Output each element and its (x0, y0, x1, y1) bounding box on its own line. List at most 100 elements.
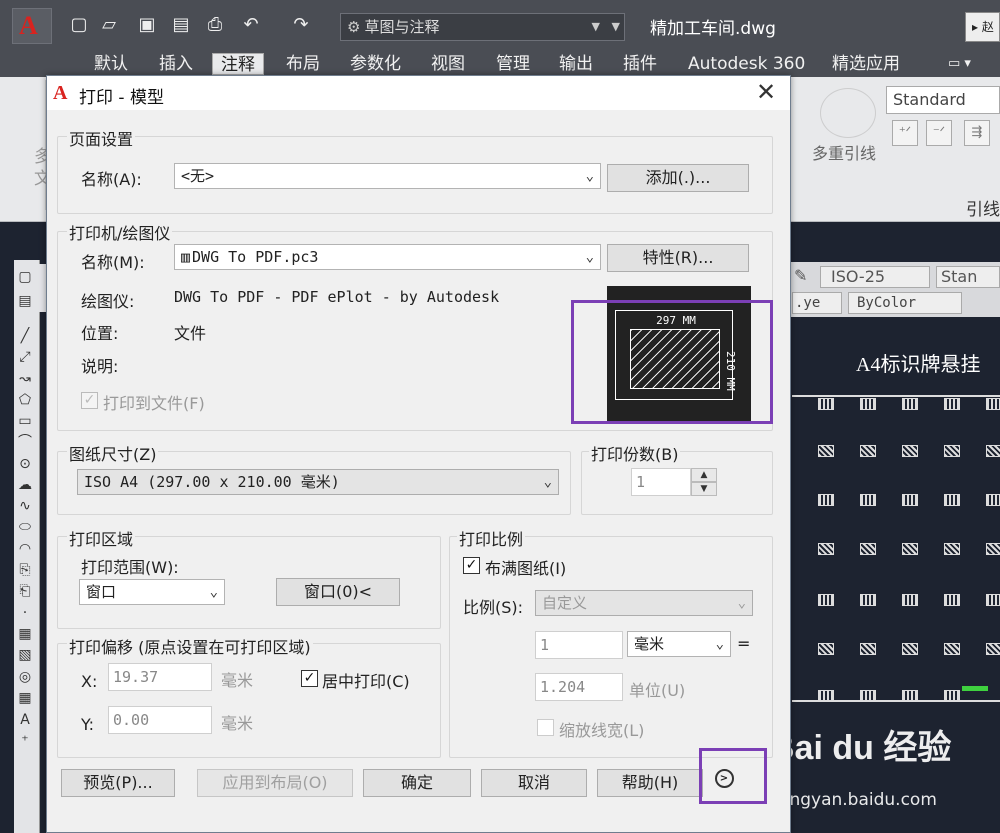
drawing-line (792, 700, 1000, 702)
printer-name-label: 名称(M): (81, 253, 145, 272)
layer-icon[interactable]: ▤ (14, 292, 36, 310)
selected-entity-marker (962, 686, 988, 691)
point-icon[interactable]: · (14, 604, 36, 622)
autocad-logo-icon: A (19, 11, 38, 40)
drawing-cell (986, 543, 1000, 555)
add-leader-icon[interactable]: ⁺ᐟ (892, 120, 918, 146)
ok-button[interactable]: 确定 (363, 769, 471, 797)
printer-properties-button[interactable]: 特性(R)... (607, 244, 749, 272)
search-box[interactable]: ▸ 赵 (965, 12, 1000, 42)
remove-leader-icon[interactable]: ⁻ᐟ (926, 120, 952, 146)
multileader-style-select[interactable]: Standard (886, 86, 1000, 114)
application-menu-button[interactable]: A (12, 8, 52, 44)
copies-up-icon[interactable]: ▲ (691, 468, 717, 482)
scale-value1-input[interactable]: 1 (535, 631, 623, 659)
drawing-cell (860, 398, 876, 410)
preview-button[interactable]: 预览(P)... (61, 769, 175, 797)
drawing-cell (944, 494, 960, 506)
multileader-icon[interactable] (820, 88, 876, 138)
save-icon[interactable]: ▣ (136, 14, 158, 36)
preview-highlight-box (571, 300, 773, 424)
construction-line-icon[interactable]: ⤢ (14, 348, 36, 366)
spline-icon[interactable]: ∿ (14, 497, 36, 515)
page-setup-name-value: <无> (181, 167, 215, 185)
apply-to-layout-button[interactable]: 应用到布局(O) (197, 769, 353, 797)
color-select[interactable]: ByColor (848, 292, 962, 314)
copies-down-icon[interactable]: ▼ (691, 482, 717, 496)
page-setup-name-select[interactable]: <无> ⌄ (174, 163, 601, 189)
undo-icon[interactable]: ↶ (240, 14, 262, 36)
tab-insert[interactable]: 插入 (151, 53, 201, 75)
tab-layout[interactable]: 布局 (278, 53, 328, 75)
tab-default[interactable]: 默认 (86, 53, 136, 75)
dimension-style-select[interactable]: ISO-25 (820, 266, 930, 288)
scale-unit-value: 毫米 (634, 635, 665, 653)
tab-view[interactable]: 视图 (423, 53, 473, 75)
scale-lineweights-checkbox[interactable] (537, 719, 554, 736)
hatch-icon[interactable]: ▦ (14, 625, 36, 643)
redo-icon[interactable]: ↷ (290, 14, 312, 36)
tab-parametric[interactable]: 参数化 (342, 53, 409, 75)
tab-plugins[interactable]: 插件 (615, 53, 665, 75)
scale-unit-select[interactable]: 毫米 ⌄ (627, 631, 731, 657)
workspace-selector[interactable]: ⚙ 草图与注释 ▼ ▼ (340, 13, 625, 41)
printer-name-select[interactable]: ▥ DWG To PDF.pc3 ⌄ (174, 244, 601, 270)
polyline-icon[interactable]: ↝ (14, 370, 36, 388)
polygon-icon[interactable]: ⬠ (14, 391, 36, 409)
drawing-cell (986, 494, 1000, 506)
drawing-cell (902, 594, 918, 606)
align-leader-icon[interactable]: ⇶ (964, 120, 990, 146)
paper-size-select[interactable]: ISO A4 (297.00 x 210.00 毫米) ⌄ (77, 469, 559, 495)
close-icon[interactable]: ✕ (752, 78, 780, 106)
insert-block-icon[interactable]: ⎘ (14, 561, 36, 579)
region-icon[interactable]: ◎ (14, 668, 36, 686)
make-block-icon[interactable]: ⎗ (14, 582, 36, 600)
new-file-icon[interactable]: ▢ (68, 14, 90, 36)
drawing-line (792, 395, 1000, 397)
window-pick-button[interactable]: 窗口(0)< (276, 578, 400, 606)
arc-icon[interactable]: ⌒ (14, 433, 36, 451)
offset-y-input[interactable]: 0.00 (108, 706, 212, 734)
print-icon[interactable]: ⎙ (204, 14, 226, 36)
drawing-cell (986, 398, 1000, 410)
tab-featured-apps[interactable]: 精选应用 (824, 53, 908, 75)
scale-select[interactable]: 自定义 ⌄ (535, 590, 753, 616)
plot-offset-label: 打印偏移 (原点设置在可打印区域) (67, 634, 313, 658)
scale-value2-input[interactable]: 1.204 (535, 673, 623, 701)
ellipse-arc-icon[interactable]: ◠ (14, 540, 36, 558)
document-title: 精加工车间.dwg (650, 19, 776, 39)
plot-range-select[interactable]: 窗口 ⌄ (79, 579, 225, 605)
line-icon[interactable]: ╱ (14, 327, 36, 345)
fit-to-paper-checkbox[interactable]: ✓ (463, 557, 480, 574)
drawing-cell (818, 643, 834, 655)
copies-input[interactable]: 1 (631, 468, 691, 496)
tab-annotate[interactable]: 注释 (212, 53, 264, 75)
print-to-file-checkbox[interactable]: ✓ (81, 392, 98, 409)
drawing-cell (860, 543, 876, 555)
revcloud-icon[interactable]: ☁ (14, 476, 36, 494)
tab-manage[interactable]: 管理 (488, 53, 538, 75)
tab-output[interactable]: 输出 (551, 53, 601, 75)
tab-autodesk-360[interactable]: Autodesk 360 (680, 53, 813, 75)
add-selected-icon[interactable]: ⁺ (14, 732, 36, 750)
offset-x-input[interactable]: 19.37 (108, 663, 212, 691)
gradient-icon[interactable]: ▧ (14, 646, 36, 664)
ellipse-icon[interactable]: ⬭ (14, 518, 36, 536)
circle-icon[interactable]: ⊙ (14, 455, 36, 473)
ribbon-options-icon[interactable]: ▭ ▾ (940, 53, 979, 75)
add-page-setup-button[interactable]: 添加(.)... (607, 164, 749, 192)
offset-x-label: X: (81, 672, 98, 691)
save-as-icon[interactable]: ▤ (170, 14, 192, 36)
help-button[interactable]: 帮助(H) (597, 769, 703, 797)
mtext-icon[interactable]: A (14, 711, 36, 729)
open-folder-icon[interactable]: ▱ (98, 14, 120, 36)
table-style-select[interactable]: Stan (936, 266, 1000, 288)
drawing-cell (902, 445, 918, 457)
layer-select[interactable]: .ye (792, 292, 842, 314)
cancel-button[interactable]: 取消 (481, 769, 587, 797)
center-plot-checkbox[interactable]: ✓ (301, 670, 318, 687)
table-icon[interactable]: ▦ (14, 689, 36, 707)
chevron-down-icon: ⌄ (543, 474, 552, 490)
rectangle-icon[interactable]: ▭ (14, 412, 36, 430)
new-tab-icon[interactable]: ▢ (14, 268, 36, 286)
